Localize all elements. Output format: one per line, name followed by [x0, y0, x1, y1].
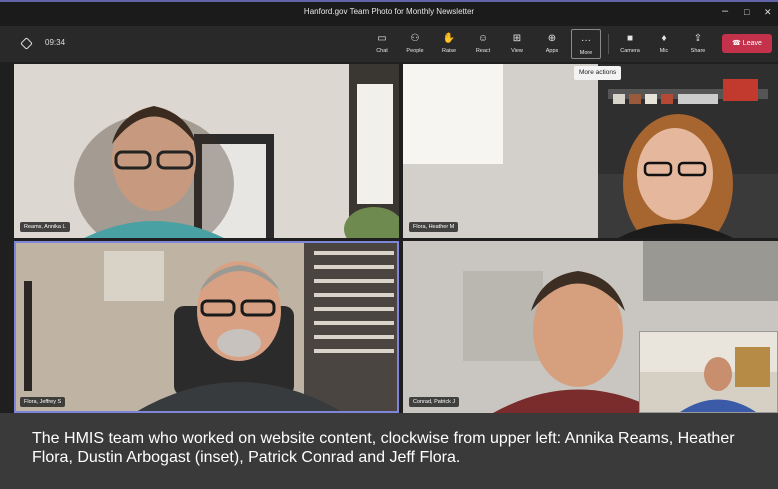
camera-icon: ■: [626, 33, 634, 44]
chat-button[interactable]: ▭ Chat: [367, 28, 397, 60]
close-button[interactable]: ✕: [764, 7, 772, 18]
video-tile[interactable]: Conrad, Patrick J: [403, 241, 778, 413]
phone-hangup-icon: ☎: [732, 40, 741, 47]
participant-name-label: Reams, Annika L: [20, 222, 70, 232]
share-icon: ⇪: [693, 33, 703, 44]
shield-icon: [20, 37, 33, 50]
people-icon: ⚇: [410, 33, 420, 44]
mic-icon: ♦: [661, 33, 667, 44]
camera-button[interactable]: ■ Camera: [615, 28, 645, 60]
window-title: Hanford.gov Team Photo for Monthly Newsl…: [303, 7, 475, 16]
more-actions-button[interactable]: ··· More: [571, 29, 601, 59]
meeting-toolbar: 09:34 ▭ Chat ⚇ People ✋ Raise ☺ React ⊞ …: [0, 26, 778, 62]
participant-video: [14, 64, 399, 238]
hand-icon: ✋: [442, 33, 456, 44]
chat-icon: ▭: [377, 33, 387, 44]
apps-icon: ⊕: [547, 33, 557, 44]
video-tile[interactable]: Flora, Heather M: [403, 64, 778, 238]
participant-name-label: Conrad, Patrick J: [409, 397, 460, 407]
raise-hand-button[interactable]: ✋ Raise: [434, 28, 464, 60]
layout-icon: ⊞: [512, 33, 522, 44]
video-tile[interactable]: Reams, Annika L: [14, 64, 399, 238]
people-button[interactable]: ⚇ People: [400, 28, 430, 60]
more-actions-tooltip: More actions: [574, 66, 622, 80]
maximize-button[interactable]: □: [744, 7, 749, 17]
leave-button[interactable]: ☎ Leave: [722, 34, 772, 53]
photo-caption: The HMIS team who worked on website cont…: [0, 413, 778, 489]
share-button[interactable]: ⇪ Share: [683, 28, 713, 60]
participant-video: [14, 241, 399, 413]
view-button[interactable]: ⊞ View: [502, 28, 532, 60]
video-tile-active-speaker[interactable]: Flora, Jeffrey S: [14, 241, 399, 413]
react-button[interactable]: ☺ React: [468, 28, 498, 60]
smiley-icon: ☺: [477, 33, 489, 44]
participant-name-label: Flora, Heather M: [409, 222, 459, 232]
meeting-timer: 09:34: [45, 38, 66, 47]
apps-button[interactable]: ⊕ Apps: [537, 28, 567, 60]
participant-video: [403, 64, 778, 238]
minimize-button[interactable]: –: [722, 5, 728, 17]
participant-name-label: Flora, Jeffrey S: [20, 397, 66, 407]
inset-participant-video: [640, 332, 777, 412]
more-icon: ···: [581, 35, 591, 46]
inset-video-tile[interactable]: [639, 331, 778, 413]
mic-button[interactable]: ♦ Mic: [649, 28, 679, 60]
toolbar-divider: [608, 34, 609, 54]
window-title-bar: Hanford.gov Team Photo for Monthly Newsl…: [0, 0, 778, 26]
